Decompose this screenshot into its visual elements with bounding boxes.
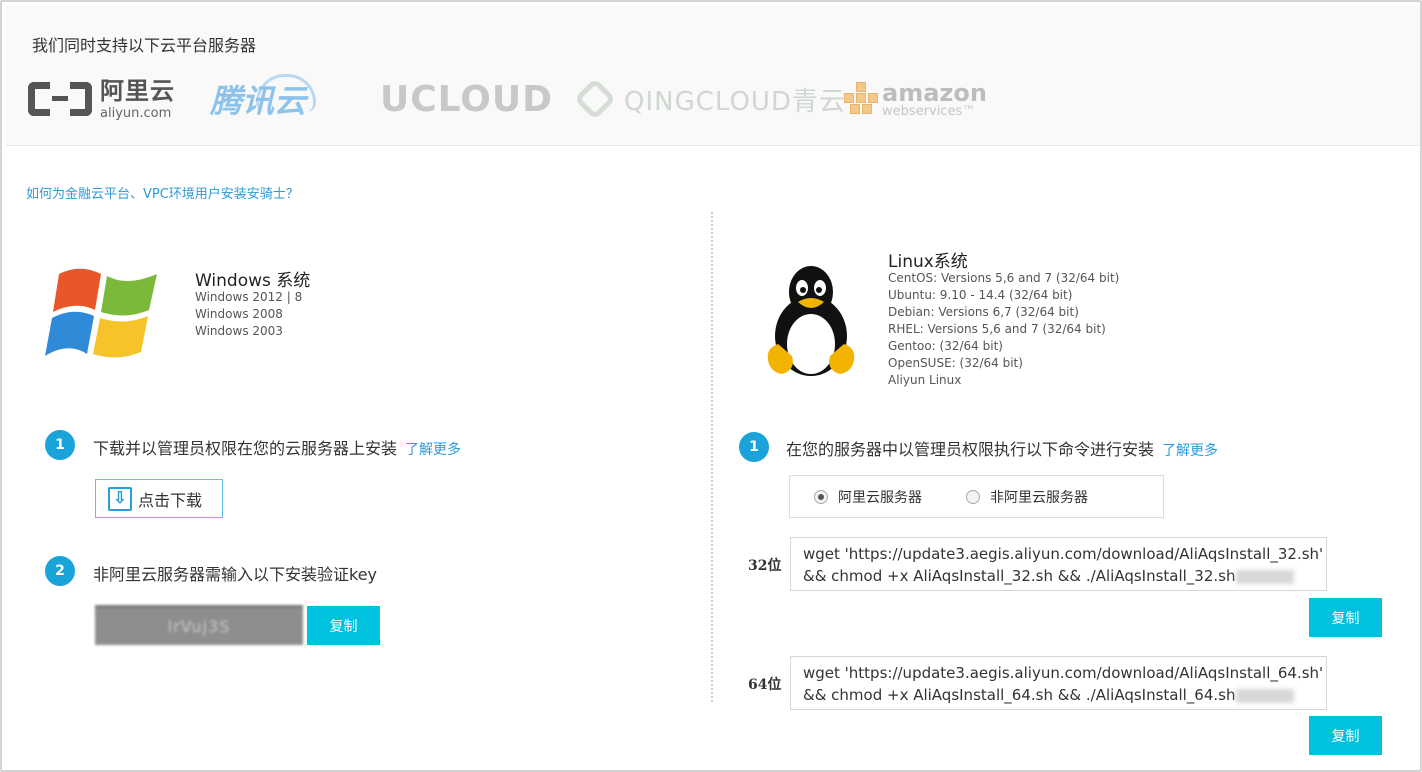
linux-version: OpenSUSE: (32/64 bit) [888,356,1023,370]
tencent-cloud-logo-text: 腾讯云 [210,82,307,120]
copy-32bit-command-button[interactable]: 复制 [1309,598,1382,637]
bit32-label: 32位 [748,558,782,574]
bit64-command-box[interactable]: wget 'https://update3.aegis.aliyun.com/d… [790,656,1327,710]
radio-unselected-icon [966,489,980,504]
bit32-command-line2-wrap: && chmod +x AliAqsInstall_32.sh && ./Ali… [803,565,1314,587]
windows-step-2-badge: 2 [45,556,75,586]
windows-learn-more-link[interactable]: 了解更多 [405,442,461,458]
windows-version-list: Windows 2012 | 8 Windows 2008 Windows 20… [195,289,302,340]
aliyun-logo-en: aliyun.com [100,105,172,121]
server-type-selector: 阿里云服务器 非阿里云服务器 [789,475,1164,518]
redacted-key [1236,569,1295,584]
download-button-label: 点击下载 [138,492,203,510]
linux-tux-icon [767,266,855,376]
radio-non-aliyun-label: 非阿里云服务器 [990,489,1088,506]
aliyun-logo: 阿里云 aliyun.com [28,74,175,124]
ucloud-logo: U CLOUD [380,74,553,124]
platforms-title: 我们同时支持以下云平台服务器 [32,36,257,55]
bit64-command-line1: wget 'https://update3.aegis.aliyun.com/d… [803,664,1324,682]
platforms-section: 我们同时支持以下云平台服务器 阿里云 aliyun.com 腾讯云 U CLOUD… [6,6,1420,146]
vpc-install-help-link[interactable]: 如何为金融云平台、VPC环境用户安装安骑士？ [26,183,299,202]
linux-version: Ubuntu: 9.10 - 14.4 (32/64 bit) [888,288,1073,302]
linux-step-1-label: 在您的服务器中以管理员权限执行以下命令进行安装 [786,440,1155,459]
copy-key-button[interactable]: 复制 [307,606,380,645]
linux-version: Gentoo: (32/64 bit) [888,339,1003,353]
download-icon: ⇩ [108,486,132,511]
windows-step-2-text: 非阿里云服务器需输入以下安装验证key [93,565,378,584]
windows-version: Windows 2008 [195,307,283,321]
radio-selected-icon [814,489,828,504]
windows-logo-icon [45,268,157,358]
bit32-command-box[interactable]: wget 'https://update3.aegis.aliyun.com/d… [790,537,1327,591]
install-key-value: lrVuj3S [95,605,303,645]
redacted-key [1236,688,1295,703]
tencent-cloud-logo: 腾讯云 [210,74,316,124]
linux-version-list: CentOS: Versions 5,6 and 7 (32/64 bit) U… [888,270,1119,389]
linux-version: RHEL: Versions 5,6 and 7 (32/64 bit) [888,322,1106,336]
radio-aliyun-label: 阿里云服务器 [838,489,922,506]
linux-version: Debian: Versions 6,7 (32/64 bit) [888,305,1079,319]
windows-version: Windows 2012 | 8 [195,290,303,304]
column-divider [711,212,713,702]
amazon-web-services-logo: amazon webservices™ [844,74,987,124]
ucloud-logo-u: U [380,78,411,120]
windows-title: Windows 系统 [195,271,311,291]
download-button[interactable]: ⇩ 点击下载 [95,479,223,518]
linux-step-1-text: 在您的服务器中以管理员权限执行以下命令进行安装 了解更多 [786,436,1218,460]
qingcloud-mark-icon [573,77,617,121]
windows-step-1-label: 下载并以管理员权限在您的云服务器上安装 [93,439,398,458]
aliyun-mark-icon [28,78,92,120]
radio-aliyun-server[interactable]: 阿里云服务器 [814,487,922,507]
aliyun-logo-cn: 阿里云 [100,76,175,105]
amazon-logo-subtext: webservices™ [882,103,976,119]
windows-step-1-badge: 1 [45,430,75,460]
linux-version: CentOS: Versions 5,6 and 7 (32/64 bit) [888,271,1120,285]
linux-learn-more-link[interactable]: 了解更多 [1162,443,1218,459]
ucloud-logo-rest: CLOUD [410,78,554,120]
windows-version: Windows 2003 [195,324,283,338]
bit32-command-line2: && chmod +x AliAqsInstall_32.sh && ./Ali… [803,567,1236,585]
bit64-label: 64位 [748,677,782,693]
bit64-command-line2: && chmod +x AliAqsInstall_64.sh && ./Ali… [803,686,1236,704]
linux-version: Aliyun Linux [888,373,962,387]
amazon-boxes-icon [844,82,878,116]
linux-title: Linux系统 [888,252,968,272]
copy-64bit-command-button[interactable]: 复制 [1309,716,1382,755]
amazon-logo-text: amazon [882,78,987,107]
install-panel: 我们同时支持以下云平台服务器 阿里云 aliyun.com 腾讯云 U CLOUD… [0,0,1422,772]
linux-step-1-badge: 1 [739,432,769,462]
qingcloud-logo-text: QINGCLOUD青云 [624,86,846,117]
bit64-command-line2-wrap: && chmod +x AliAqsInstall_64.sh && ./Ali… [803,684,1314,706]
radio-non-aliyun-server[interactable]: 非阿里云服务器 [966,487,1088,507]
qingcloud-logo: QINGCLOUD青云 [573,74,846,124]
windows-step-1-text: 下载并以管理员权限在您的云服务器上安装 了解更多 [93,435,461,459]
bit32-command-line1: wget 'https://update3.aegis.aliyun.com/d… [803,545,1324,563]
